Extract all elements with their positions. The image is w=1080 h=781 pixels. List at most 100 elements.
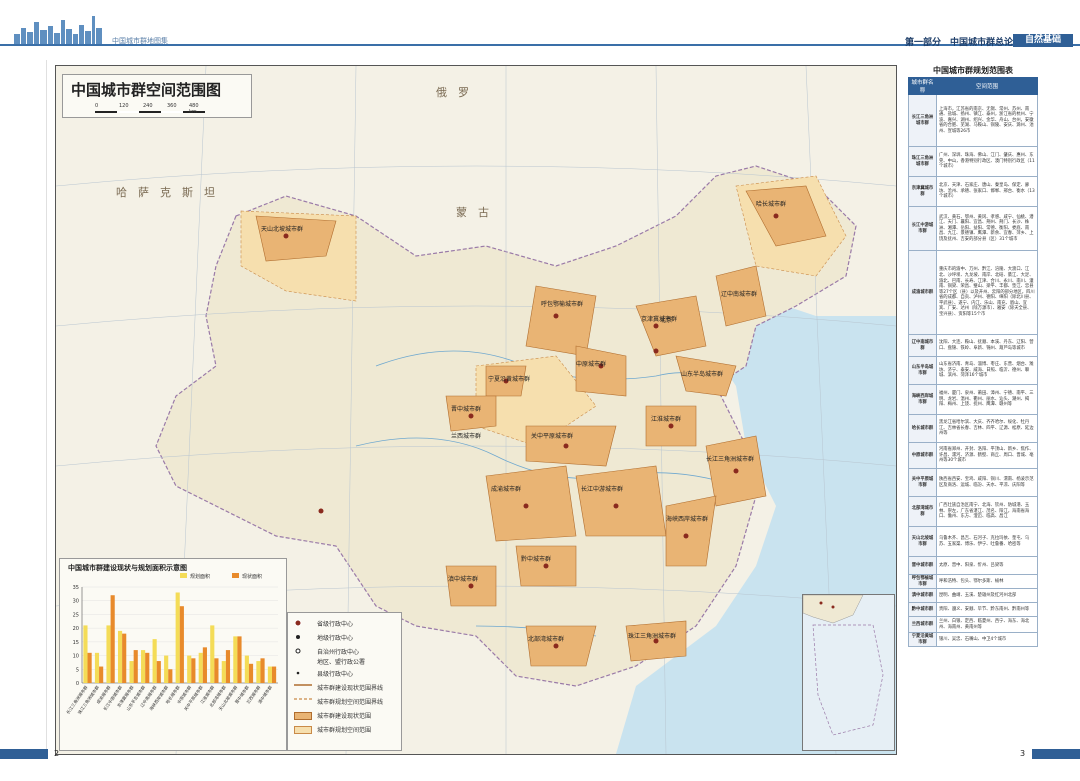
bar-current [110,595,115,683]
cluster-label: 滇中城市群 [448,575,478,583]
table-row: 黔中城市群 贵阳、遵义、安顺、毕节、黔东南州、黔南州等 [908,602,1038,618]
table-cell-scope: 贵阳、遵义、安顺、毕节、黔东南州、黔南州等 [936,602,1038,618]
south-china-sea-inset [802,594,895,751]
planning-scope-table: 中国城市群规划范围表 城市群名称 空间范围 长江三角洲城市群 上海市，江苏省的南京… [908,65,1038,755]
country-label-russia: 俄 罗 [436,86,469,99]
cluster-label: 长江中游城市群 [581,485,623,493]
bar-current [272,666,277,683]
legend-item: 城市群建设现状范围 [294,711,371,720]
table-cell-name: 黔中城市群 [908,602,937,618]
table-row: 关中平原城市群 陕西省西安、宝鸡、咸阳、铜川、渭南、杨凌示范区及商洛、运城、临汾、… [908,468,1038,497]
cluster-label: 北部湾城市群 [528,635,564,643]
bar-planned [141,650,146,683]
legend-item: 城市群规划空间范围 [294,725,371,734]
bar-planned [175,592,180,683]
bar-current [191,658,196,683]
table-cell-name: 长江三角洲城市群 [908,94,937,147]
cluster-label: 中原城市群 [576,360,606,368]
bar-planned [198,652,203,683]
page-number-left: 2 [54,749,60,758]
bar-planned [117,630,123,683]
bar-current [145,652,150,683]
page-number-right: 3 [1020,749,1026,758]
bar-planned [221,661,226,683]
scale-bar: 0 120 240 360 480 km [95,103,205,117]
table-cell-name: 呼包鄂榆城市群 [908,573,937,590]
table-cell-scope: 广州、深圳、珠海、佛山、江门、肇庆、惠州、东莞、中山，香港特别行政区、澳门特别行… [936,146,1038,177]
skyline-logo [14,16,102,44]
legend-item: 县级行政中心 [294,669,353,678]
page-gutter [46,60,47,750]
cluster-label: 黔中城市群 [521,555,551,563]
table-cell-scope: 呼和浩特、包头、鄂尔多斯、榆林 [936,573,1038,590]
legend-item: 地级行政中心 [294,633,353,642]
section-label: 第一部分 中国城市群总论 [905,38,1014,48]
table-cell-name: 兰西城市群 [908,616,937,634]
bar-current [179,606,184,683]
bar-planned [83,625,88,683]
table-cell-scope: 上海市，江苏省的南京、无锡、常州、苏州、南通、盐城、扬州、镇江、泰州，浙江省的杭… [936,94,1038,147]
footer-bar-left [0,749,48,759]
table-cell-scope: 广西壮族自治区南宁、北海、钦州、防城港、玉林、崇左，广东省湛江、茂名、阳江，海南… [936,496,1038,527]
table-cell-name: 山东半岛城市群 [908,356,937,385]
table-row: 中原城市群 河南省郑州、开封、洛阳、平顶山、新乡、焦作、许昌、漯河、济源、鹤壁、商… [908,442,1038,469]
table-cell-name: 关中平原城市群 [908,468,937,497]
y-tick-label: 15 [73,640,79,646]
bar-planned [187,655,192,683]
map-title: 中国城市群空间范围图 [71,81,222,99]
y-tick-label: 5 [76,667,79,673]
bar-planned [164,655,169,683]
bar-planned [129,661,134,683]
table-cell-name: 宁夏沿黄城市群 [908,632,937,648]
cluster-label: 兰西城市群 [451,432,481,440]
table-cell-name: 滇中城市群 [908,588,937,604]
table-cell-scope: 乌鲁木齐、昌吉、石河子、克拉玛依、奎屯、乌苏、五家渠、博乐、伊宁、吐鲁番、哈密等 [936,526,1038,557]
table-cell-name: 哈长城市群 [908,414,937,443]
table-row: 长江三角洲城市群 上海市，江苏省的南京、无锡、常州、苏州、南通、盐城、扬州、镇江、… [908,94,1038,147]
table-cell-name: 晋中城市群 [908,556,937,575]
table-row: 北部湾城市群 广西壮族自治区南宁、北海、钦州、防城港、玉林、崇左，广东省湛江、茂名… [908,496,1038,527]
table-cell-name: 珠江三角洲城市群 [908,146,937,177]
table-cell-scope: 山东省济南、青岛、淄博、枣庄、东营、烟台、潍坊、济宁、泰安、威海、日照、临沂、德… [936,356,1038,385]
legend-item: 城市群规划空间范围界线 [294,698,384,706]
table-row: 晋中城市群 太原、晋中、阳泉、忻州、吕梁等 [908,556,1038,575]
legend-item: 自治州行政中心 [294,647,359,656]
table-row: 天山北坡城市群 乌鲁木齐、昌吉、石河子、克拉玛依、奎屯、乌苏、五家渠、博乐、伊宁、… [908,526,1038,557]
table-cell-scope: 银川、吴忠、石嘴山、中卫4个城市 [936,632,1038,648]
bar-current [156,661,161,683]
table-cell-scope: 河南省郑州、开封、洛阳、平顶山、新乡、焦作、许昌、漯河、济源、鹤壁、商丘、周口、… [936,442,1038,469]
legend-item: 地区、盟行政公署 [317,659,366,666]
bar-planned [106,625,111,683]
chart-legend-swatch [180,573,187,578]
cluster-label: 长江三角洲城市群 [706,455,754,463]
y-tick-label: 0 [76,681,79,687]
table-cell-name: 海峡西岸城市群 [908,384,937,415]
bar-current [133,650,138,683]
bar-current [168,669,173,683]
table-row: 宁夏沿黄城市群 银川、吴忠、石嘴山、中卫4个城市 [908,632,1038,648]
bar-planned [152,639,157,683]
table-row: 兰西城市群 兰州、白银、定西、临夏州、西宁、海东、海北州、海南州、黄南州等 [908,616,1038,634]
scale-label: 240 [143,103,153,109]
y-tick-label: 35 [73,585,79,591]
table-cell-scope: 陕西省西安、宝鸡、咸阳、铜川、渭南、杨凌示范区及商洛、运城、临汾、天水、平凉、庆… [936,468,1038,497]
chart-legend-label: 现状面积 [242,573,262,580]
cluster-label: 珠江三角洲城市群 [628,632,676,640]
table-cell-scope: 沈阳、大连、鞍山、抚顺、本溪、丹东、辽阳、营口、盘锦、铁岭、阜新、锦州、葫芦岛等… [936,334,1038,357]
table-cell-scope: 重庆市的渝中、万州、黔江、涪陵、大渡口、江北、沙坪坝、九龙坡、南岸、北碚、綦江、… [936,250,1038,335]
country-label-mongolia: 蒙 古 [456,206,489,219]
y-tick-label: 20 [73,626,79,632]
table-cell-name: 成渝城市群 [908,250,937,335]
cluster-label: 辽中南城市群 [721,290,757,298]
table-row: 长江中游城市群 武汉、黄石、鄂州、黄冈、孝感、咸宁、仙桃、潜江、天门、襄阳、宜昌、… [908,206,1038,251]
cluster-label: 关中平原城市群 [531,432,573,440]
page-header: 中国城市群地图集 第一部分 中国城市群总论 自然基础 [0,0,1080,52]
bar-current [202,647,207,683]
table-header: 空间范围 [936,77,1038,95]
table-cell-scope: 昆明、曲靖、玉溪、楚雄州及红河州北部 [936,588,1038,604]
bar-current [260,658,265,683]
legend-item: 省级行政中心 [294,619,353,628]
map-frame: 天山北坡城市群 哈长城市群 辽中南城市群 京津冀城市群 呼包鄂榆城市群 山东半岛… [55,65,897,755]
table-cell-name: 中原城市群 [908,442,937,469]
footer-bar-right [1032,749,1080,759]
